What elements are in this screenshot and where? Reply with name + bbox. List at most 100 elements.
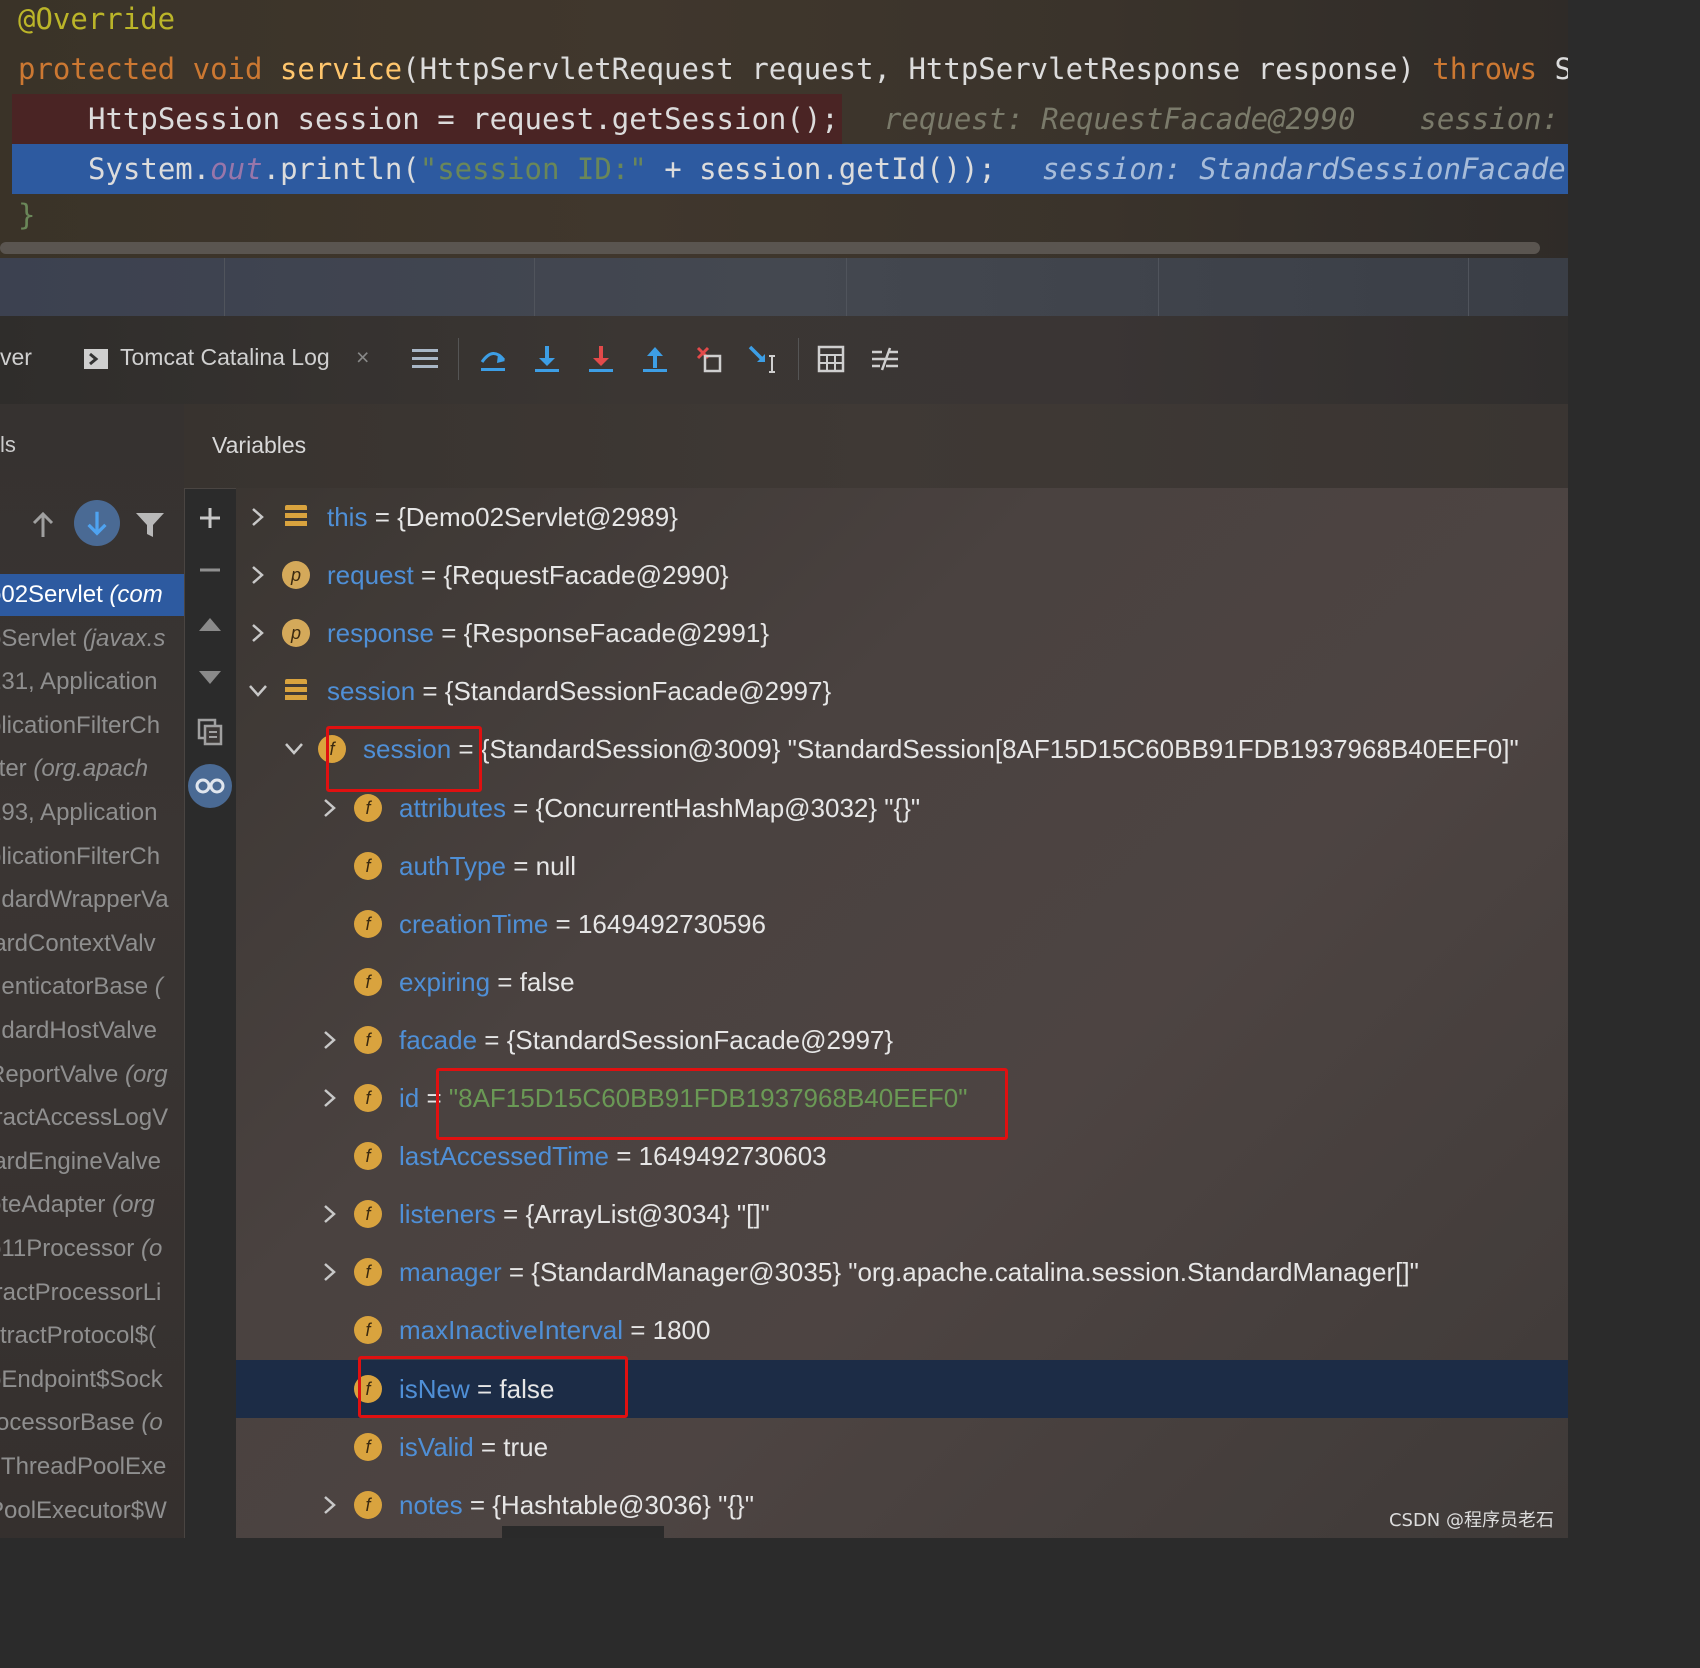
step-over-icon[interactable]: [474, 340, 512, 378]
parameter-icon: p: [282, 619, 310, 648]
variable-row-manager[interactable]: f manager = {StandardManager@3035} "org.a…: [236, 1243, 1568, 1301]
remove-watch-icon[interactable]: [184, 548, 236, 592]
tab-tomcat-catalina-log[interactable]: Tomcat Catalina Log: [120, 344, 330, 371]
chevron-right-icon[interactable]: [318, 1185, 342, 1246]
run-to-cursor-icon[interactable]: [744, 340, 782, 378]
stack-frame[interactable]: 231, Application: [0, 661, 157, 703]
toolbar-divider: [458, 338, 459, 380]
show-execution-point-icon[interactable]: [406, 340, 444, 378]
chevron-down-icon[interactable]: [282, 720, 306, 778]
stack-frame[interactable]: stractProtocol$(: [0, 1315, 156, 1357]
chevron-right-icon[interactable]: [246, 546, 270, 607]
stack-frame[interactable]: lardEngineValve: [0, 1141, 161, 1183]
stack-frame[interactable]: ilter (org.apach: [0, 748, 148, 790]
code-get-id: + session.getId());: [646, 152, 996, 186]
arrow-up-icon[interactable]: [28, 510, 58, 544]
variable-row-authtype[interactable]: f authType = null: [236, 837, 1568, 895]
variable-value: = {StandardManager@3035} "org.apache.cat…: [501, 1257, 1419, 1288]
trace-stream-icon[interactable]: [866, 340, 904, 378]
stack-frame[interactable]: rocessorBase (o: [0, 1402, 163, 1444]
filter-icon[interactable]: [134, 510, 166, 544]
variable-text: response = {ResponseFacade@2991}: [327, 604, 769, 662]
stack-frame[interactable]: tractAccessLogV: [0, 1097, 168, 1139]
step-into-icon[interactable]: [528, 340, 566, 378]
chevron-down-icon[interactable]: [246, 662, 270, 720]
variable-row-notes[interactable]: f notes = {Hashtable@3036} "{}": [236, 1476, 1568, 1534]
tab-server[interactable]: ver: [0, 344, 32, 371]
variable-row-response[interactable]: p response = {ResponseFacade@2991}: [236, 604, 1568, 662]
add-watch-icon[interactable]: [184, 496, 236, 540]
stack-frame[interactable]: oEndpoint$Sock: [0, 1359, 163, 1401]
breakpoint-line[interactable]: HttpSession session = request.getSession…: [12, 94, 842, 144]
variable-row-request[interactable]: p request = {RequestFacade@2990}: [236, 546, 1568, 604]
field-icon: f: [354, 1084, 382, 1112]
variable-value: = {StandardSessionFacade@2997}: [477, 1024, 894, 1055]
stack-frame[interactable]: tractProcessorLi: [0, 1272, 161, 1314]
stack-frame[interactable]: , ThreadPoolExe: [0, 1446, 166, 1488]
copy-icon[interactable]: [184, 710, 236, 754]
variable-value: = 1649492730603: [609, 1141, 827, 1172]
variable-row-this[interactable]: this = {Demo02Servlet@2989}: [236, 488, 1568, 546]
stack-frame[interactable]: o02Servlet (com: [0, 574, 184, 616]
variable-value: = {Demo02Servlet@2989}: [367, 502, 678, 532]
current-execution-line[interactable]: System.out.println("session ID:" + sessi…: [12, 144, 1568, 194]
stack-frame[interactable]: plicationFilterCh: [0, 836, 160, 878]
stack-frame[interactable]: ndardWrapperVa: [0, 879, 169, 921]
variable-row-creationtime[interactable]: f creationTime = 1649492730596: [236, 895, 1568, 953]
variable-row-maxinactiveinterval[interactable]: f maxInactiveInterval = 1800: [236, 1301, 1568, 1359]
highlight-box-session: [326, 726, 482, 792]
variable-value: = true: [473, 1431, 549, 1462]
stack-frame-package: (: [154, 973, 163, 1001]
variable-name: request: [327, 560, 414, 591]
arrow-down-icon[interactable]: [74, 500, 120, 546]
stack-frame[interactable]: lardContextValv: [0, 923, 156, 965]
variable-row-listeners[interactable]: f listeners = {ArrayList@3034} "[]": [236, 1185, 1568, 1243]
variable-text: maxInactiveInterval = 1800: [399, 1301, 710, 1359]
variable-row-session[interactable]: session = {StandardSessionFacade@2997}: [236, 662, 1568, 720]
chevron-right-icon[interactable]: [318, 1243, 342, 1304]
stack-frame-method: tractProcessorLi: [0, 1278, 162, 1306]
stack-frame-method: ReportValve: [0, 1060, 125, 1088]
variable-name: expiring: [399, 966, 491, 997]
stack-frame[interactable]: PoolExecutor$W: [0, 1490, 167, 1532]
force-step-into-icon[interactable]: [582, 340, 620, 378]
variable-row-expiring[interactable]: f expiring = false: [236, 953, 1568, 1011]
stack-frame-method: stractProtocol$(: [0, 1322, 157, 1350]
inline-value-session-facade: session: StandardSessionFacade: [1041, 152, 1566, 186]
variable-text: facade = {StandardSessionFacade@2997}: [399, 1011, 893, 1069]
chevron-right-icon[interactable]: [318, 1011, 342, 1072]
move-down-icon[interactable]: [184, 656, 236, 700]
closing-brace: }: [18, 198, 36, 232]
variable-row-facade[interactable]: f facade = {StandardSessionFacade@2997}: [236, 1011, 1568, 1069]
field-icon: f: [354, 967, 382, 996]
stack-frame[interactable]: oServlet (javax.s: [0, 618, 165, 660]
chevron-right-icon[interactable]: [246, 604, 270, 665]
tab-close-icon[interactable]: ×: [356, 344, 369, 371]
stack-frame[interactable]: henticatorBase (: [0, 966, 163, 1008]
stack-frame[interactable]: oteAdapter (org: [0, 1184, 155, 1226]
editor-horizontal-scrollbar[interactable]: [0, 242, 1540, 254]
horizontal-scrollbar[interactable]: [502, 1526, 664, 1538]
variable-value: = {ResponseFacade@2991}: [433, 618, 769, 649]
move-up-icon[interactable]: [184, 602, 236, 646]
frames-actions: [0, 500, 184, 556]
chevron-right-icon[interactable]: [318, 1069, 342, 1130]
stack-frame-method: o11Processor: [0, 1235, 141, 1262]
watches-glasses-icon[interactable]: [184, 764, 236, 808]
highlight-box-id: [436, 1068, 1008, 1140]
stack-frame-method: oServlet: [0, 624, 77, 652]
code-editor[interactable]: @Override protected void service(HttpSer…: [0, 0, 1568, 258]
stack-frame[interactable]: 193, Application: [0, 792, 157, 834]
stack-frame[interactable]: o11Processor (o: [0, 1228, 162, 1270]
chevron-right-icon[interactable]: [246, 488, 270, 549]
variable-row-isvalid[interactable]: f isValid = true: [236, 1418, 1568, 1476]
evaluate-expression-icon[interactable]: [812, 340, 850, 378]
chevron-right-icon[interactable]: [318, 1476, 342, 1537]
stack-frame[interactable]: ReportValve (org: [0, 1054, 168, 1096]
stack-frame-method: oteAdapter: [0, 1191, 113, 1219]
drop-frame-icon[interactable]: [690, 340, 728, 378]
step-out-icon[interactable]: [636, 340, 674, 378]
stack-frame[interactable]: ndardHostValve: [0, 1010, 157, 1052]
stack-frame[interactable]: plicationFilterCh: [0, 705, 160, 747]
code-line-signature: protected void service(HttpServletReques…: [18, 44, 1568, 94]
